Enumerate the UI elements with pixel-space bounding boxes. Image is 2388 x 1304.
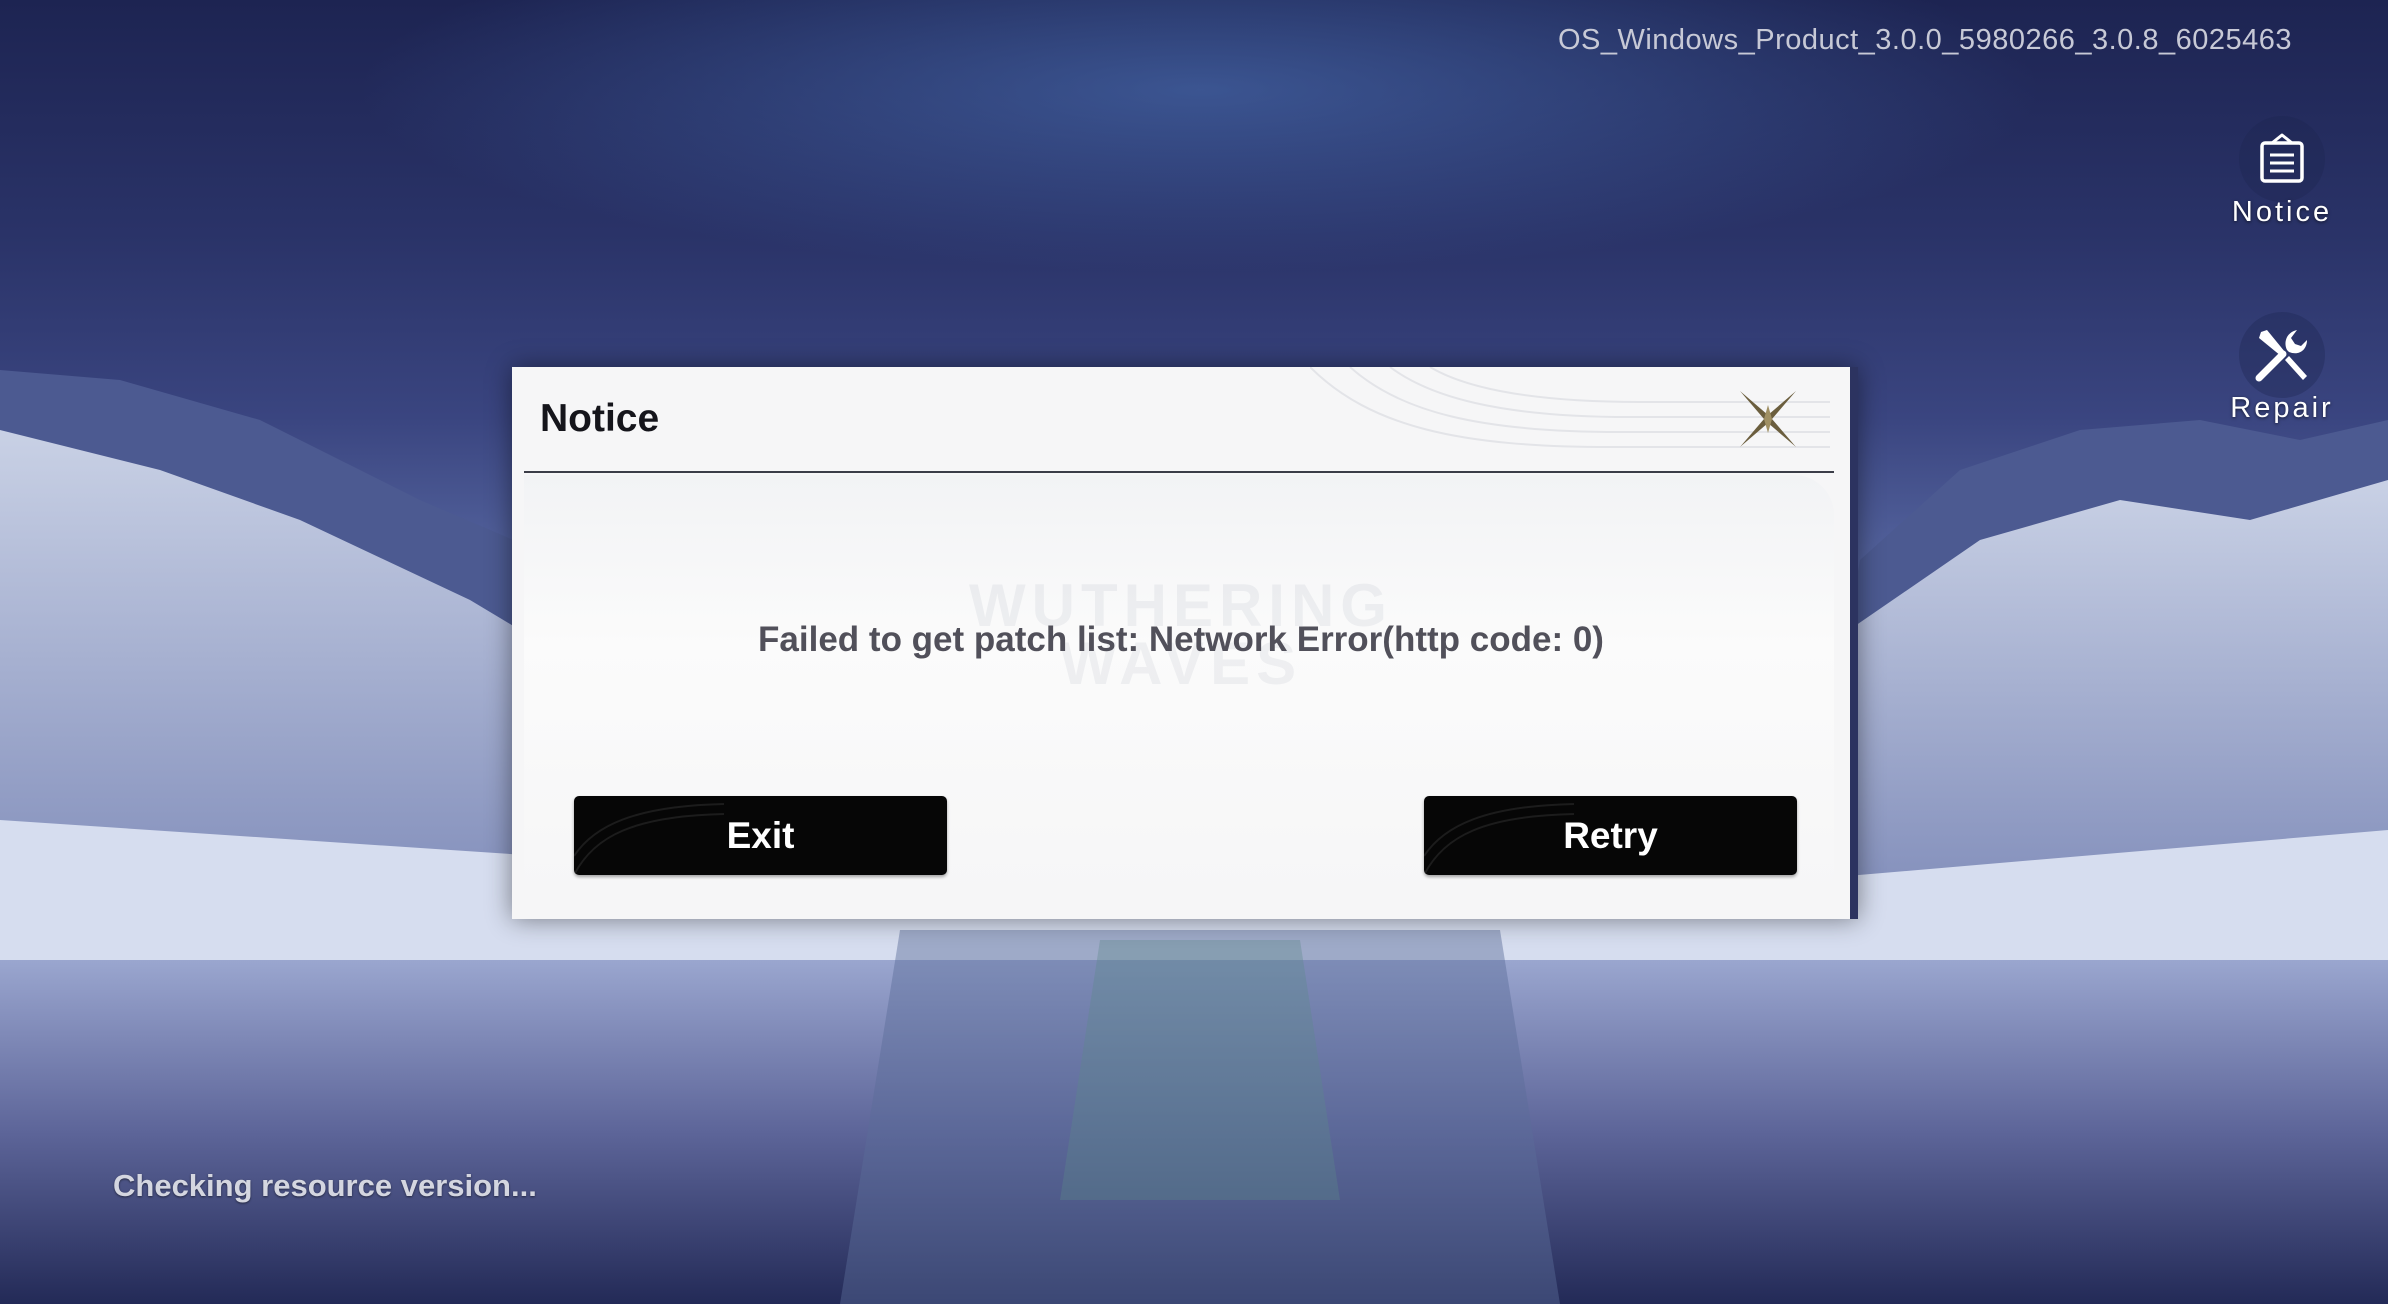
loading-status: Checking resource version... (113, 1168, 537, 1203)
error-message: Failed to get patch list: Network Error(… (758, 620, 1604, 659)
button-decoration (1424, 803, 1574, 875)
notice-button[interactable]: Notice (2222, 116, 2342, 229)
exit-button[interactable]: Exit (574, 796, 947, 875)
dialog-divider (524, 471, 1834, 473)
notice-icon (2239, 116, 2325, 202)
notice-label: Notice (2231, 196, 2333, 228)
dialog-title: Notice (540, 397, 660, 440)
close-icon[interactable] (1732, 383, 1804, 455)
wrench-screwdriver-icon (2239, 312, 2325, 398)
retry-button[interactable]: Retry (1424, 796, 1797, 875)
button-decoration (574, 803, 724, 875)
version-string: OS_Windows_Product_3.0.0_5980266_3.0.8_6… (1557, 24, 2292, 56)
launcher-screen: OS_Windows_Product_3.0.0_5980266_3.0.8_6… (0, 0, 2388, 1304)
repair-button[interactable]: Repair (2222, 312, 2342, 425)
repair-label: Repair (2230, 392, 2334, 424)
retry-button-label: Retry (1563, 814, 1658, 856)
notice-dialog: WUTHERING WAVES Notice Failed to get pat… (512, 367, 1858, 919)
exit-button-label: Exit (726, 814, 795, 856)
